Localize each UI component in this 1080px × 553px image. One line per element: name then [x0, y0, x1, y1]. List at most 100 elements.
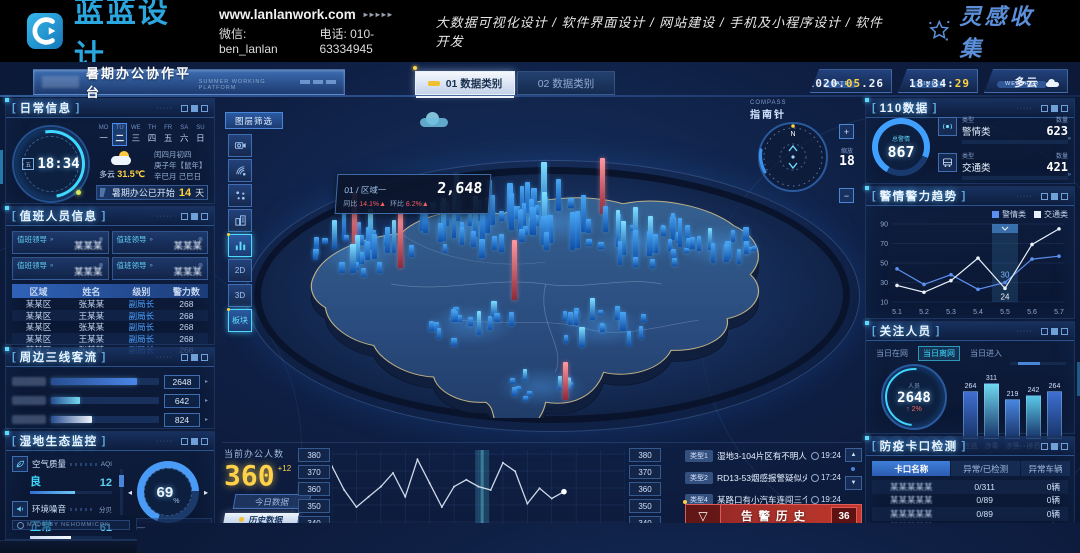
- window-controls-icon[interactable]: [1041, 105, 1068, 112]
- column-header: 警力数: [165, 285, 208, 298]
- week-cell[interactable]: WE三: [128, 123, 143, 146]
- tooltip-region: 01 / 区域一: [344, 184, 387, 196]
- scroll-down-button[interactable]: ▼: [845, 476, 862, 490]
- panel-title: 周边三线客流: [20, 349, 98, 365]
- wechat-contact: 微信: ben_lanlan: [219, 25, 304, 56]
- y-tick-box: 350: [298, 499, 330, 513]
- duty-card[interactable]: 值班领导»‥ ⊗某某某: [12, 231, 109, 254]
- scroll-up-button[interactable]: ▲: [845, 448, 862, 462]
- zoom-out-button[interactable]: −: [839, 188, 854, 203]
- table-row[interactable]: 某某区王某某副局长268: [12, 310, 208, 322]
- incident-bar: »: [962, 176, 1068, 180]
- bar-value: 242: [1028, 387, 1040, 394]
- focus-tab[interactable]: 当日进入: [966, 347, 1006, 360]
- window-controls-icon[interactable]: [1041, 443, 1068, 450]
- window-controls-icon[interactable]: [181, 213, 208, 220]
- redacted-line-label: [12, 415, 46, 424]
- tab-data-category-1[interactable]: 01 数据类别: [415, 71, 515, 95]
- week-cell[interactable]: FR五: [161, 123, 176, 146]
- table-cell: 副局长: [118, 310, 165, 322]
- star-icon: [927, 18, 952, 44]
- layer-button-bars[interactable]: [228, 234, 252, 257]
- incident-type-name: 警情类: [962, 124, 991, 138]
- tab-pill-icon: [428, 81, 440, 86]
- alert-tag: 类型1: [685, 450, 713, 462]
- panel-wetland-eco: [湿地生态监控] ····· 空气质量 AQI 良12: [5, 431, 215, 540]
- chevron-right-icon: ▸: [205, 416, 208, 423]
- table-row[interactable]: 某某区张某某副局长268: [12, 298, 208, 310]
- compass-dial[interactable]: N: [756, 120, 830, 194]
- table-row[interactable]: 某某区张某某副局长268: [12, 321, 208, 333]
- screenshot-root: 蓝蓝设计 www.lanlanwork.com ▸▸▸▸▸ 微信: ben_la…: [0, 0, 1080, 553]
- promo-banner: 蓝蓝设计 www.lanlanwork.com ▸▸▸▸▸ 微信: ben_la…: [0, 0, 1080, 62]
- week-cell[interactable]: MO一: [96, 123, 111, 146]
- chart-scrollbar[interactable]: [1010, 362, 1066, 365]
- zoom-in-button[interactable]: +: [839, 124, 854, 139]
- layer-button-板块[interactable]: 板块: [228, 309, 252, 332]
- duty-person-name: 某某某: [173, 264, 202, 278]
- panel-title: 值班人员信息: [20, 208, 98, 224]
- table-cell: 张某某: [65, 298, 118, 310]
- website-url[interactable]: www.lanlanwork.com: [219, 7, 356, 22]
- column-header: 区域: [12, 285, 65, 298]
- gauge-left-arrow-icon[interactable]: ◂: [128, 488, 132, 497]
- week-cell[interactable]: TH四: [144, 123, 159, 146]
- legend-item[interactable]: 警情类: [992, 209, 1026, 220]
- duty-card[interactable]: 值班领导»‥ ⊗某某某: [112, 231, 209, 254]
- table-row[interactable]: 某某区王某某副局长268: [12, 333, 208, 345]
- window-controls-icon[interactable]: [181, 354, 208, 361]
- legend-item[interactable]: 交通类: [1034, 209, 1068, 220]
- checkpoint-row[interactable]: 某某某某某0/890辆: [872, 494, 1068, 508]
- focus-tab[interactable]: 当日离网: [918, 346, 960, 361]
- layer-button-2D[interactable]: 2D: [228, 259, 252, 282]
- week-day-cn: 日: [194, 132, 207, 144]
- week-day-cn: 二: [113, 132, 126, 144]
- alert-indicator-dot: [683, 500, 687, 504]
- checkpoint-row[interactable]: 某某某某某0/3110辆: [872, 480, 1068, 494]
- checkpoint-header-2[interactable]: 异常车辆: [1021, 461, 1070, 476]
- svg-text:70: 70: [880, 241, 888, 248]
- alert-text: RD13-53烟感报警疑似火灾: [717, 472, 807, 484]
- flow-bar-fill: [51, 378, 137, 385]
- alert-row[interactable]: 类型1湿地3-104片区有不明人员闯入19:24: [685, 448, 841, 463]
- duty-card[interactable]: 值班领导»‥ ⊗某某某: [112, 257, 209, 280]
- bar-value: 219: [1007, 391, 1019, 398]
- window-controls-icon[interactable]: [181, 438, 208, 445]
- checkpoint-header-1[interactable]: 异常/已检测: [951, 461, 1020, 476]
- bottom-divider: [222, 442, 862, 443]
- panel-transit-flow: [周边三线客流] ····· 2648▸642▸824▸: [5, 347, 215, 429]
- checkpoint-vehicles: 0辆: [1019, 494, 1068, 506]
- layer-button-building[interactable]: [228, 209, 252, 232]
- window-controls-icon[interactable]: [1041, 193, 1068, 200]
- table-cell: 张某某: [65, 321, 118, 333]
- week-cell[interactable]: TU二: [112, 123, 127, 146]
- focus-tab[interactable]: 当日在网: [872, 347, 912, 360]
- redacted-prefix: [42, 76, 79, 88]
- duty-card[interactable]: 值班领导»‥ ⊗某某某: [12, 257, 109, 280]
- svg-text:5.5: 5.5: [1000, 309, 1010, 316]
- checkpoint-header-0[interactable]: 卡口名称: [872, 461, 950, 476]
- gauge-slider[interactable]: [120, 469, 123, 515]
- checkpoint-detected: 0/89: [950, 509, 1019, 519]
- tab-data-category-2[interactable]: 02 数据类别: [517, 71, 615, 95]
- table-cell: 某某区: [12, 333, 65, 345]
- window-controls-icon[interactable]: [181, 105, 208, 112]
- layer-button-signal[interactable]: [228, 159, 252, 182]
- tooltip-value: 2,648: [437, 179, 483, 197]
- week-day-cn: 六: [178, 132, 191, 144]
- alert-row[interactable]: 类型2RD13-53烟感报警疑似火灾17:24: [685, 470, 841, 485]
- week-cell[interactable]: SA六: [177, 123, 192, 146]
- window-controls-icon[interactable]: [1041, 328, 1068, 335]
- week-cell[interactable]: SU日: [193, 123, 208, 146]
- layer-button-3D[interactable]: 3D: [228, 284, 252, 307]
- panel-trend-chart: [警情警力趋势] ····· 警情类交通类 90705030105.15.25.…: [865, 186, 1075, 319]
- type-caption: 类型: [962, 151, 974, 160]
- checkpoint-row[interactable]: 某某某某某0/890辆: [872, 507, 1068, 521]
- duty-person-name: 某某某: [74, 238, 103, 252]
- focus-gauge: 人员 2648 ↑ 2%: [881, 364, 947, 430]
- layer-button-scatter[interactable]: [228, 184, 252, 207]
- gauge-right-arrow-icon[interactable]: ▸: [204, 488, 208, 497]
- layer-button-camera[interactable]: [228, 134, 252, 157]
- table-cell: 王某某: [65, 333, 118, 345]
- collect-badge[interactable]: 灵感收集: [927, 0, 1054, 63]
